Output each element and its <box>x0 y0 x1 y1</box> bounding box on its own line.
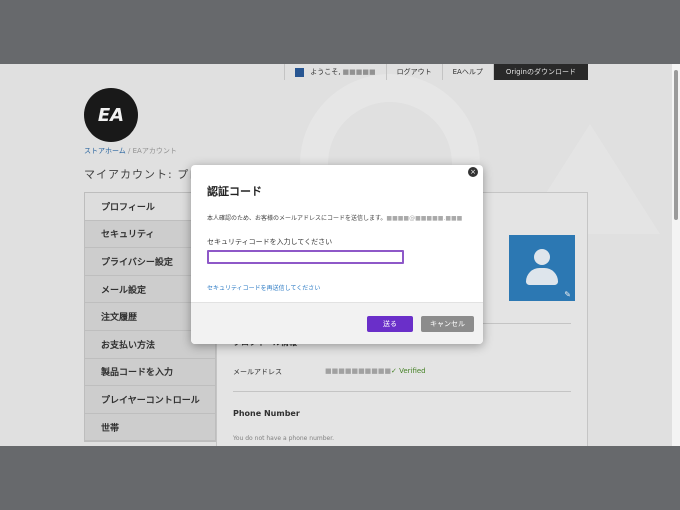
resend-code-link[interactable]: セキュリティコードを再送信してください <box>207 283 320 292</box>
security-code-input[interactable] <box>207 250 404 264</box>
dialog-title: 認証コード <box>207 185 262 198</box>
browser-top-bar <box>0 0 680 64</box>
close-icon[interactable]: × <box>468 167 478 177</box>
description-text: 本人確認のため、お客様のメールアドレスにコードを送信します。 <box>207 215 387 222</box>
cancel-button[interactable]: キャンセル <box>421 316 474 332</box>
email-masked: ■■■■@■■■■■.■■■ <box>386 215 463 222</box>
dialog-footer: 送る キャンセル <box>191 302 483 344</box>
scrollbar-thumb[interactable] <box>674 70 678 220</box>
send-button[interactable]: 送る <box>367 316 413 332</box>
browser-bottom-bar <box>0 446 680 510</box>
verification-code-dialog: × 認証コード 本人確認のため、お客様のメールアドレスにコードを送信します。■■… <box>191 165 483 344</box>
dialog-description: 本人確認のため、お客様のメールアドレスにコードを送信します。■■■■@■■■■■… <box>207 213 462 222</box>
security-code-label: セキュリティコードを入力してください <box>207 238 333 246</box>
